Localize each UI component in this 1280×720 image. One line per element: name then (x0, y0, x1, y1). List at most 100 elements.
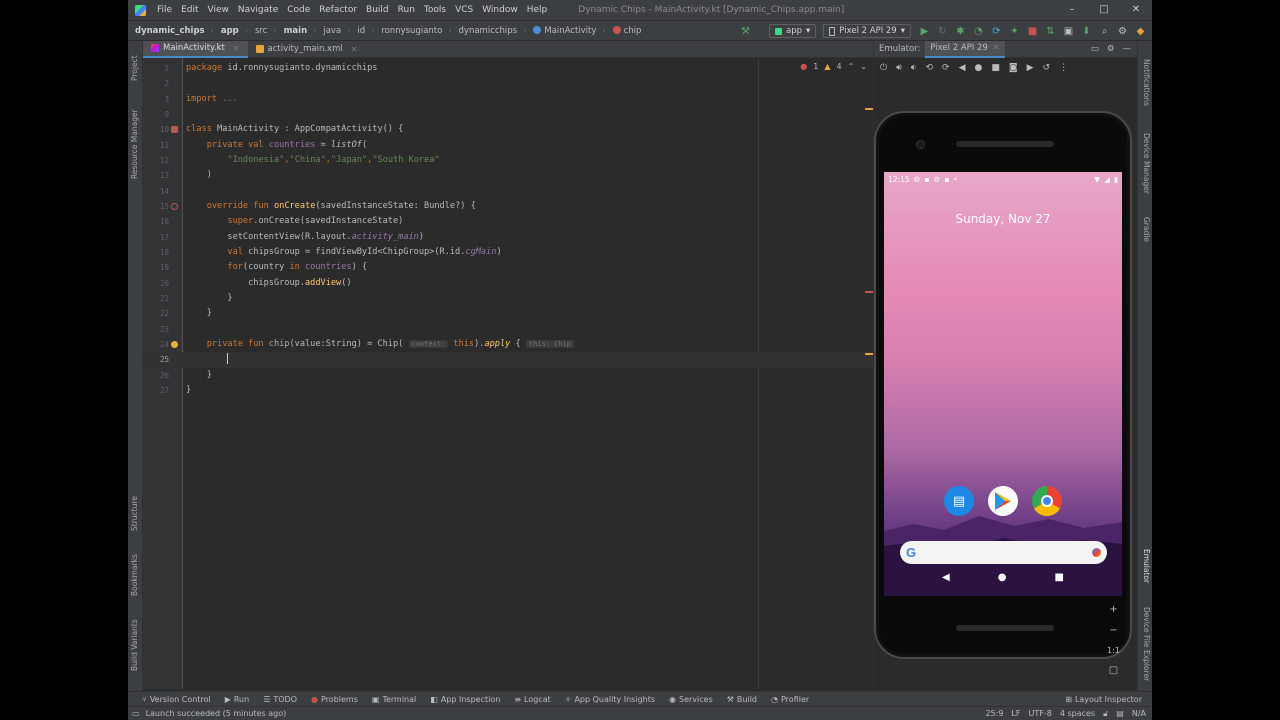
warning-marker[interactable] (865, 108, 873, 110)
bookmarks-tool-button[interactable]: Bookmarks (130, 554, 139, 596)
menu-navigate[interactable]: Navigate (238, 5, 278, 15)
close-icon[interactable]: ✕ (351, 45, 358, 54)
menu-edit[interactable]: Edit (181, 5, 198, 15)
breadcrumb-java[interactable]: java (323, 26, 341, 36)
breadcrumb-main[interactable]: main (284, 26, 308, 36)
code-editor[interactable]: ● 1 ▲ 4 ⌃ ⌄ 1 package id.ronnysugianto.dy… (143, 58, 873, 689)
indent-setting[interactable]: 4 spaces (1060, 709, 1095, 718)
tab-activity-main-xml[interactable]: activity_main.xml ✕ (248, 41, 366, 58)
app-inspection-tool[interactable]: ◧ App Inspection (430, 695, 500, 704)
error-marker[interactable] (865, 291, 873, 293)
warning-marker[interactable] (865, 353, 873, 355)
rerun-icon[interactable]: ↻ (936, 26, 949, 37)
rotate-left-icon[interactable]: ⟲ (925, 63, 933, 73)
zoom-actual-size-button[interactable]: 1:1 (1107, 646, 1120, 655)
fit-screen-icon[interactable]: ▢ (1109, 665, 1118, 676)
hide-icon[interactable]: — (1123, 44, 1132, 54)
volume-up-icon[interactable]: 🔊︎ (896, 63, 902, 73)
messages-app-icon[interactable]: ▤ (944, 486, 974, 516)
overview-icon[interactable]: ■ (991, 63, 1000, 73)
emulator-tool-button[interactable]: Emulator (1142, 549, 1151, 583)
tab-mainactivity[interactable]: MainActivity.kt ✕ (143, 40, 248, 58)
rotate-right-icon[interactable]: ⟳ (942, 63, 950, 73)
menu-view[interactable]: View (208, 5, 229, 15)
run-tool[interactable]: ▶ Run (225, 695, 250, 704)
device-select[interactable]: Pixel 2 API 29 ▾ (823, 24, 911, 38)
close-icon[interactable]: ✕ (993, 43, 1000, 53)
memory-icon[interactable]: ▤ (1116, 709, 1124, 718)
zoom-in-button[interactable]: + (1109, 604, 1117, 615)
menu-code[interactable]: Code (287, 5, 310, 15)
record-icon[interactable]: ▶ (1027, 63, 1034, 73)
terminal-tool[interactable]: ▣ Terminal (372, 695, 416, 704)
device-file-explorer-tool-button[interactable]: Device File Explorer (1142, 607, 1151, 681)
menu-run[interactable]: Run (398, 5, 415, 15)
breadcrumb-chip[interactable]: chip (612, 26, 641, 36)
override-gutter-icon[interactable] (171, 202, 178, 210)
play-store-icon[interactable] (988, 486, 1018, 516)
tool-windows-icon[interactable]: ▭ (132, 709, 140, 718)
google-search-bar[interactable]: G (900, 541, 1107, 564)
debug-icon[interactable]: ✱ (954, 26, 967, 37)
menu-file[interactable]: File (157, 5, 172, 15)
volume-down-icon[interactable]: 🔉︎ (911, 63, 917, 73)
screenshot-icon[interactable]: ◙ (1009, 63, 1018, 73)
run-gutter-icon[interactable] (171, 126, 178, 134)
notifications-tool-button[interactable]: Notifications (1142, 59, 1151, 106)
close-icon[interactable]: ✕ (233, 44, 240, 53)
menu-help[interactable]: Help (527, 5, 548, 15)
attach-debugger-icon[interactable]: ✦ (1008, 26, 1021, 37)
home-icon[interactable]: ● (998, 572, 1007, 583)
structure-tool-button[interactable]: Structure (130, 496, 139, 531)
resource-manager-tool-button[interactable]: Resource Manager (130, 109, 139, 179)
home-icon[interactable]: ● (974, 63, 982, 73)
device-manager-tool-button[interactable]: Device Manager (1142, 133, 1151, 194)
device-screen[interactable]: 12:15 ⚙ ▪ ⚙ ▪ • ▼ ◢ ▮ Sunday, Nov 27 ▤ G… (884, 172, 1122, 596)
breadcrumb-id[interactable]: id (357, 26, 365, 36)
build-variants-tool-button[interactable]: Build Variants (130, 619, 139, 671)
menu-refactor[interactable]: Refactor (319, 5, 357, 15)
run-config-select[interactable]: app ▾ (769, 24, 817, 38)
menu-window[interactable]: Window (482, 5, 518, 15)
version-control-tool[interactable]: ⑂ Version Control (142, 695, 211, 704)
gear-icon[interactable]: ⚙ (1107, 44, 1115, 54)
breadcrumb-dynamicchips[interactable]: dynamicchips (459, 26, 518, 36)
maximize-button[interactable]: □ (1088, 0, 1120, 20)
sdk-manager-icon[interactable]: ⬇ (1080, 26, 1093, 37)
menu-build[interactable]: Build (366, 5, 389, 15)
folded-imports[interactable]: ... (217, 94, 238, 104)
problems-tool[interactable]: ● Problems (311, 695, 358, 704)
menu-tools[interactable]: Tools (424, 5, 446, 15)
lightbulb-icon[interactable] (171, 340, 178, 348)
gear-icon[interactable]: ⚙ (1116, 26, 1129, 37)
breadcrumb-ronnysugianto[interactable]: ronnysugianto (381, 26, 442, 36)
snapshot-icon[interactable]: ↺ (1043, 63, 1051, 73)
assistant-icon[interactable] (1092, 548, 1101, 557)
menu-vcs[interactable]: VCS (455, 5, 473, 15)
update-icon[interactable]: ◆ (1134, 26, 1147, 37)
chrome-app-icon[interactable] (1032, 486, 1062, 516)
layout-inspector-tool[interactable]: ⊞ Layout Inspector (1065, 695, 1142, 704)
apply-changes-icon[interactable]: ⟳ (990, 26, 1003, 37)
zoom-out-button[interactable]: − (1109, 625, 1117, 636)
hammer-icon[interactable]: ⚒ (739, 26, 752, 37)
build-tool[interactable]: ⚒ Build (727, 695, 757, 704)
profile-icon[interactable]: ◔ (972, 26, 985, 37)
stop-icon[interactable]: ■ (1026, 26, 1039, 37)
new-tab-icon[interactable]: ▭ (1091, 44, 1099, 54)
more-icon[interactable]: ⋮ (1059, 63, 1068, 73)
app-quality-insights-tool[interactable]: ✧ App Quality Insights (565, 695, 655, 704)
breadcrumb-mainactivity[interactable]: MainActivity (533, 26, 596, 36)
file-encoding[interactable]: UTF-8 (1028, 709, 1051, 718)
breadcrumb-src[interactable]: src (255, 26, 267, 36)
lock-icon[interactable]: 🔓︎ (1103, 709, 1108, 719)
error-stripe[interactable] (865, 58, 873, 689)
home-date[interactable]: Sunday, Nov 27 (884, 212, 1122, 226)
back-icon[interactable]: ◀ (959, 63, 966, 73)
tab-pixel-device[interactable]: Pixel 2 API 29 ✕ (925, 40, 1005, 58)
sync-icon[interactable]: ⇅ (1044, 26, 1057, 37)
status-message[interactable]: Launch succeeded (5 minutes ago) (146, 709, 287, 718)
profiler-tool[interactable]: ◔ Profiler (771, 695, 809, 704)
services-tool[interactable]: ◉ Services (669, 695, 713, 704)
minimize-button[interactable]: – (1056, 0, 1088, 20)
